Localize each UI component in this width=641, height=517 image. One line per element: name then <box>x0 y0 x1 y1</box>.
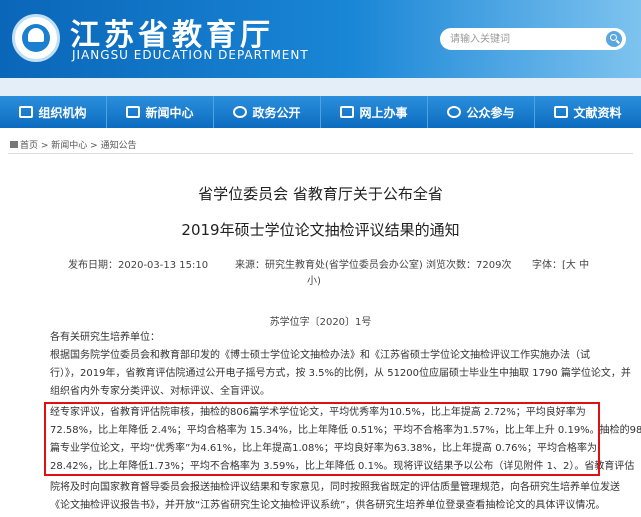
nav-item-gov[interactable]: 政务公开 <box>214 96 321 128</box>
news-icon <box>126 106 141 118</box>
nav-item-public[interactable]: 公众参与 <box>428 96 535 128</box>
nav-item-label: 组织机构 <box>38 105 87 120</box>
breadcrumb-separator: > <box>87 141 101 151</box>
font-size-control[interactable]: 字体：[大 中 <box>532 258 589 274</box>
breadcrumb-current[interactable]: 通知公告 <box>101 141 137 151</box>
breadcrumb-home[interactable]: 首页 <box>20 141 38 151</box>
breadcrumb-divider <box>8 153 633 154</box>
article-title-line1: 省学位委员会 省教育厅关于公布全省 <box>198 185 443 203</box>
source-line2: 小) <box>307 276 321 287</box>
source-line1: 来源：研究生教育处(省学位委员会办公室) <box>235 260 423 271</box>
logo-book-icon <box>28 28 44 42</box>
article-title-line2: 2019年硕士学位论文抽检评议结果的通知 <box>181 221 460 239</box>
article-paragraph-line: 组织省内外专家分类评议、对标评议、全盲评议。 <box>50 386 270 397</box>
public-icon <box>447 106 462 118</box>
main-nav: 组织机构 新闻中心 政务公开 网上办事 公众参与 文献资料 <box>0 96 641 128</box>
site-subtitle: JIANGSU EDUCATION DEPARTMENT <box>72 48 309 62</box>
home-icon <box>10 141 18 148</box>
article-paragraph-line: 行）》，2019年，省教育评估院通过公开电子摇号方式，按 3.5%的比例，从 5… <box>50 368 631 379</box>
source-info: 来源：研究生教育处(省学位委员会办公室) 小) <box>235 258 423 290</box>
article-salutation: 各有关研究生培养单位： <box>50 332 160 343</box>
document-number: 苏学位字〔2020〕1号 <box>269 317 372 328</box>
header-divider-strip <box>0 78 641 96</box>
search-icon[interactable] <box>606 31 622 47</box>
breadcrumb-separator: > <box>38 141 52 151</box>
nav-item-label: 文献资料 <box>573 105 622 120</box>
article-paragraph-line: 院将及时向国家教育督导委员会报送抽检评议结果和专家意见，同时按照我省既定的评估质… <box>50 482 620 493</box>
nav-item-online[interactable]: 网上办事 <box>321 96 428 128</box>
site-header: 江苏省教育厅 JIANGSU EDUCATION DEPARTMENT <box>0 0 641 78</box>
article-paragraph-line: 根据国务院学位委员会和教育部印发的《博士硕士学位论文抽检办法》和《江苏省硕士学位… <box>50 350 590 361</box>
view-count: 浏览次数：7209次 <box>426 260 512 271</box>
article-paragraph-line: 《论文抽检评议报告书》，并开放“江苏省研究生论文抽检评议系统”，供各研究生培养单… <box>50 500 606 511</box>
publish-date: 发布日期：2020-03-13 15:10 <box>68 260 209 271</box>
docs-icon <box>554 106 569 118</box>
search-box <box>440 28 626 50</box>
highlight-box <box>44 402 600 476</box>
nav-item-org[interactable]: 组织机构 <box>0 96 107 128</box>
breadcrumb-news[interactable]: 新闻中心 <box>51 141 87 151</box>
nav-item-label: 网上办事 <box>359 105 408 120</box>
nav-item-docs[interactable]: 文献资料 <box>535 96 641 128</box>
nav-item-label: 新闻中心 <box>145 105 194 120</box>
nav-item-label: 政务公开 <box>252 105 301 120</box>
org-icon <box>19 106 34 118</box>
nav-item-news[interactable]: 新闻中心 <box>107 96 214 128</box>
nav-item-label: 公众参与 <box>466 105 515 120</box>
online-icon <box>340 106 355 118</box>
search-input[interactable] <box>450 30 600 48</box>
site-logo[interactable] <box>12 14 60 62</box>
breadcrumb: 首页 > 新闻中心 > 通知公告 <box>10 138 137 151</box>
gov-icon <box>233 106 248 118</box>
